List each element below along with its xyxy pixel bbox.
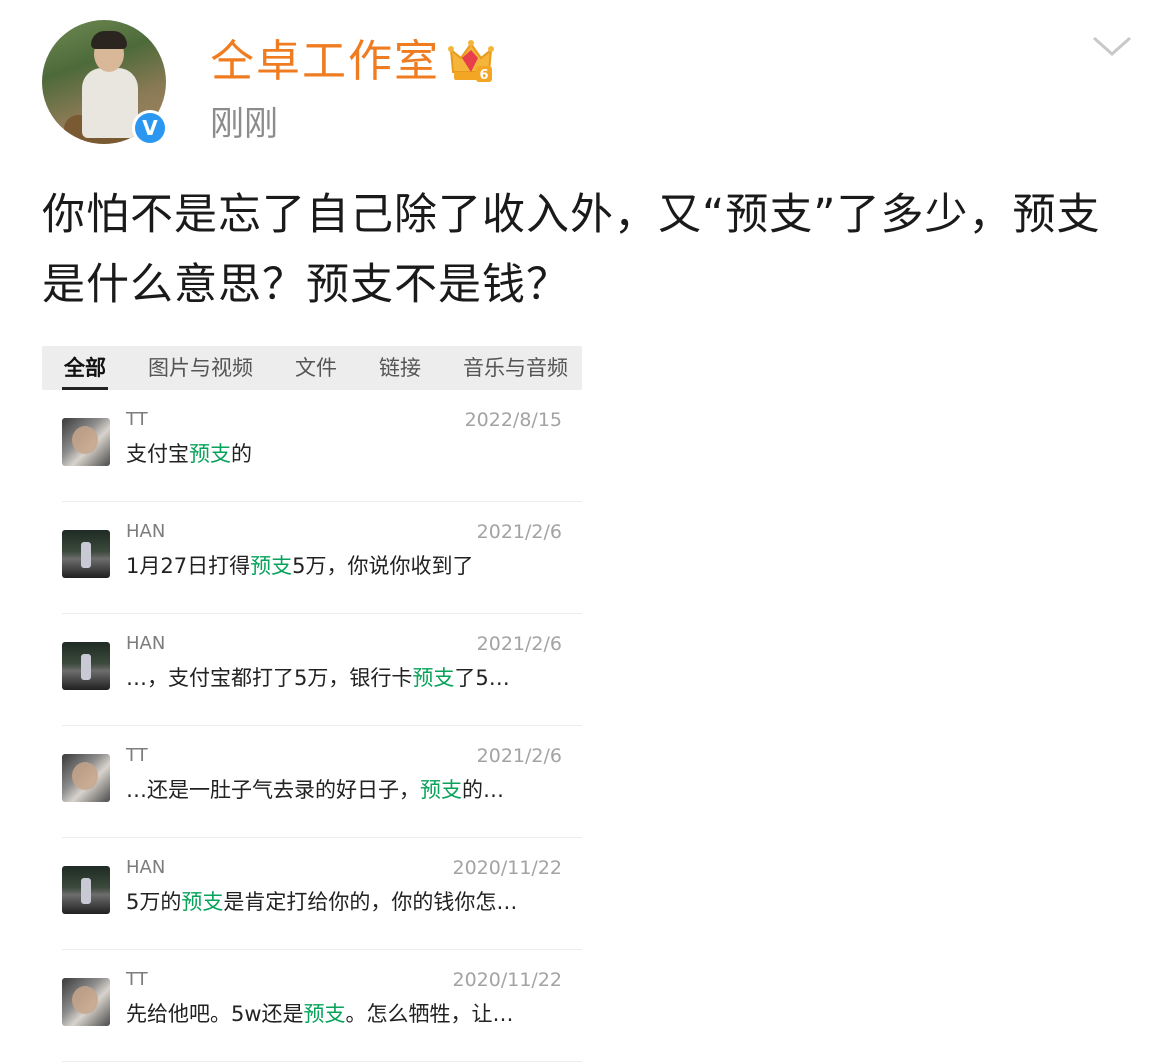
message-date: 2021/2/6 [476,745,562,767]
message-snippet: 5万的预支是肯定打给你的，你的钱你怎… [126,886,517,916]
tab-photos-videos[interactable]: 图片与视频 [126,346,253,390]
snippet-text-before: …，支付宝都打了5万，银行卡 [126,666,413,690]
keyword-highlight: 预支 [181,890,224,914]
message-date: 2021/2/6 [476,633,562,655]
verified-badge: V [132,110,168,146]
message-snippet: …，支付宝都打了5万，银行卡预支了5… [126,662,510,692]
message-date: 2020/11/22 [452,969,562,991]
sender-avatar [62,866,110,914]
sender-avatar [62,418,110,466]
snippet-text-after: 是肯定打给你的，你的钱你怎… [223,890,518,914]
list-item[interactable]: TT 2020/11/22 先给他吧。5w还是预支。怎么牺牲，让… [62,950,582,1062]
author-name[interactable]: 仝卓工作室 [210,36,440,88]
sender-avatar [62,530,110,578]
post-text: 你怕不是忘了自己除了收入外，又“预支”了多少，预支是什么意思？预支不是钱？ [42,190,1101,310]
snippet-text-before: 5万的 [126,890,182,914]
message-snippet: …还是一肚子气去录的好日子，预支的… [126,774,504,804]
post-time: 刚刚 [210,104,278,144]
tab-all[interactable]: 全部 [42,346,108,390]
avatar-figure-shirt [82,68,138,138]
snippet-text-after: 的… [462,778,504,802]
chat-search-tabs: 全部 图片与视频 文件 链接 音乐与音频 [42,346,582,390]
sender-name: TT [126,409,148,430]
snippet-text-after: 5万，你说你收到了 [292,554,474,578]
author-avatar-container[interactable]: V [42,20,168,146]
message-date: 2022/8/15 [464,409,562,431]
keyword-highlight: 预支 [189,442,231,466]
tab-links[interactable]: 链接 [357,346,421,390]
message-date: 2021/2/6 [476,521,562,543]
chat-history-screenshot[interactable]: 全部 图片与视频 文件 链接 音乐与音频 TT 2022/8/15 支付宝预支的 HA… [42,346,582,1064]
keyword-highlight: 预支 [412,666,455,690]
sender-name: TT [126,969,148,990]
keyword-highlight: 预支 [420,778,462,802]
verified-icon: V [135,113,165,143]
sender-name: TT [126,745,148,766]
list-item[interactable]: HAN 2021/2/6 …，支付宝都打了5万，银行卡预支了5… [62,614,582,726]
snippet-text-after: 。怎么牺牲，让… [345,1002,514,1026]
chevron-down-icon[interactable] [1090,32,1134,62]
message-date: 2020/11/22 [452,857,562,879]
vip-crown-icon: 6 [448,40,494,83]
snippet-text-before: 1月27日打得 [126,554,251,578]
sender-name: HAN [126,521,166,542]
avatar-figure-hair [91,31,127,49]
snippet-text-before: …还是一肚子气去录的好日子， [126,778,420,802]
sender-avatar [62,754,110,802]
sender-name: HAN [126,633,166,654]
vip-level: 6 [479,68,488,83]
keyword-highlight: 预支 [250,554,293,578]
list-item[interactable]: HAN 2021/2/6 1月27日打得预支5万，你说你收到了 [62,502,582,614]
message-list: TT 2022/8/15 支付宝预支的 HAN 2021/2/6 1月27日打得预支5万，… [42,390,582,1062]
tab-files[interactable]: 文件 [273,346,337,390]
list-item[interactable]: TT 2021/2/6 …还是一肚子气去录的好日子，预支的… [62,726,582,838]
snippet-text-after: 了5… [454,666,510,690]
message-snippet: 1月27日打得预支5万，你说你收到了 [126,550,473,580]
sender-avatar [62,978,110,1026]
keyword-highlight: 预支 [303,1002,346,1026]
message-snippet: 支付宝预支的 [126,438,252,468]
snippet-text-after: 的 [231,442,252,466]
list-item[interactable]: TT 2022/8/15 支付宝预支的 [62,390,582,502]
message-snippet: 先给他吧。5w还是预支。怎么牺牲，让… [126,998,514,1028]
sender-name: HAN [126,857,166,878]
snippet-text-before: 先给他吧。5w还是 [126,1002,304,1026]
list-item[interactable]: HAN 2020/11/22 5万的预支是肯定打给你的，你的钱你怎… [62,838,582,950]
snippet-text-before: 支付宝 [126,442,189,466]
sender-avatar [62,642,110,690]
tab-music-audio[interactable]: 音乐与音频 [441,346,568,390]
